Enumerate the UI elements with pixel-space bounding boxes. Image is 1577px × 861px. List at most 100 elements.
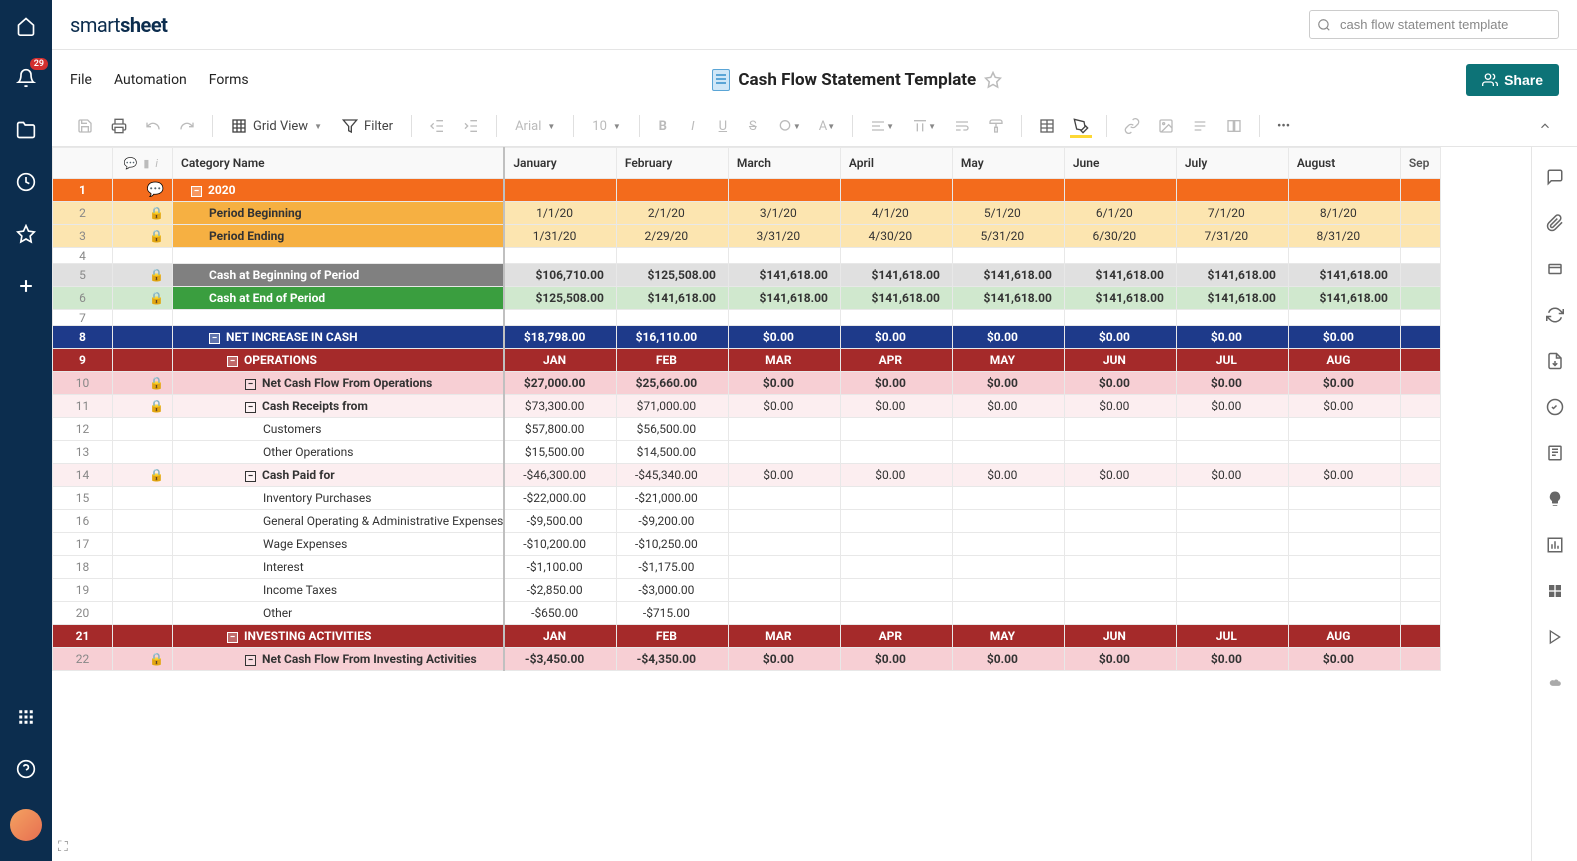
data-cell[interactable] (728, 441, 840, 464)
data-cell[interactable] (1400, 179, 1440, 202)
data-cell[interactable]: 3/31/20 (728, 225, 840, 248)
strikethrough-icon[interactable]: S (740, 112, 766, 140)
data-cell[interactable]: $0.00 (1064, 326, 1176, 349)
data-cell[interactable]: $0.00 (952, 372, 1064, 395)
data-cell[interactable] (1288, 579, 1400, 602)
collapse-icon[interactable]: − (245, 655, 256, 666)
data-cell[interactable] (952, 441, 1064, 464)
row-number[interactable]: 20 (53, 602, 113, 625)
data-cell[interactable] (504, 248, 616, 264)
data-cell[interactable]: $141,618.00 (728, 264, 840, 287)
data-cell[interactable]: FEB (616, 349, 728, 372)
grid-row[interactable]: 21−INVESTING ACTIVITIESJANFEBMARAPRMAYJU… (53, 625, 1441, 648)
data-cell[interactable]: $141,618.00 (952, 264, 1064, 287)
data-cell[interactable] (952, 487, 1064, 510)
more-icon[interactable]: ••• (1270, 112, 1297, 140)
category-cell[interactable]: −Net Cash Flow From Operations (173, 372, 505, 395)
highlighter-icon[interactable] (1066, 112, 1096, 140)
data-cell[interactable] (1064, 179, 1176, 202)
format-paint-icon[interactable] (981, 112, 1011, 140)
category-cell[interactable]: −Net Cash Flow From Investing Activities (173, 648, 505, 671)
data-cell[interactable]: $57,800.00 (504, 418, 616, 441)
save-icon[interactable] (70, 112, 100, 140)
row-number[interactable]: 14 (53, 464, 113, 487)
data-cell[interactable] (1400, 395, 1440, 418)
data-cell[interactable] (1400, 349, 1440, 372)
data-cell[interactable]: $0.00 (1288, 372, 1400, 395)
data-cell[interactable]: -$45,340.00 (616, 464, 728, 487)
bold-icon[interactable]: B (650, 112, 676, 140)
user-avatar[interactable] (10, 809, 42, 841)
data-cell[interactable] (1400, 264, 1440, 287)
data-cell[interactable] (1176, 579, 1288, 602)
collapse-toolbar-icon[interactable] (1531, 112, 1559, 140)
data-cell[interactable]: JUN (1064, 349, 1176, 372)
data-cell[interactable]: 5/1/20 (952, 202, 1064, 225)
category-cell[interactable]: −OPERATIONS (173, 349, 505, 372)
data-cell[interactable] (1064, 310, 1176, 326)
conversations-icon[interactable] (1545, 167, 1565, 187)
row-number[interactable]: 21 (53, 625, 113, 648)
conditional-format-icon[interactable] (1032, 112, 1062, 140)
data-cell[interactable] (1064, 487, 1176, 510)
data-cell[interactable]: $125,508.00 (504, 287, 616, 310)
grid-row[interactable]: 20Other-$650.00-$715.00 (53, 602, 1441, 625)
data-cell[interactable] (1064, 556, 1176, 579)
data-cell[interactable] (504, 179, 616, 202)
row-number[interactable]: 2 (53, 202, 113, 225)
category-cell[interactable]: Cash at Beginning of Period (173, 264, 505, 287)
row-number[interactable]: 5 (53, 264, 113, 287)
data-cell[interactable]: $73,300.00 (504, 395, 616, 418)
data-cell[interactable] (728, 418, 840, 441)
category-cell[interactable]: Customers (173, 418, 505, 441)
home-icon[interactable] (14, 14, 38, 38)
grid-row[interactable]: 19Income Taxes-$2,850.00-$3,000.00 (53, 579, 1441, 602)
workapps-icon[interactable] (1545, 627, 1565, 647)
data-cell[interactable] (840, 487, 952, 510)
data-cell[interactable]: $71,000.00 (616, 395, 728, 418)
row-number[interactable]: 3 (53, 225, 113, 248)
update-requests-icon[interactable] (1545, 305, 1565, 325)
align-left-icon[interactable]: ▼ (863, 112, 901, 140)
dashboard-icon[interactable] (1545, 581, 1565, 601)
category-cell[interactable]: Interest (173, 556, 505, 579)
data-cell[interactable] (1400, 464, 1440, 487)
data-cell[interactable]: $0.00 (1288, 648, 1400, 671)
category-header[interactable]: Category Name (173, 148, 505, 179)
data-cell[interactable]: MAR (728, 625, 840, 648)
data-cell[interactable]: $0.00 (840, 464, 952, 487)
data-cell[interactable]: $141,618.00 (728, 287, 840, 310)
grid-row[interactable]: 6🔒Cash at End of Period$125,508.00$141,6… (53, 287, 1441, 310)
data-cell[interactable] (952, 556, 1064, 579)
data-cell[interactable]: -$10,250.00 (616, 533, 728, 556)
data-cell[interactable]: $0.00 (952, 648, 1064, 671)
data-cell[interactable]: $14,500.00 (616, 441, 728, 464)
proofs-icon[interactable] (1545, 259, 1565, 279)
data-cell[interactable] (952, 510, 1064, 533)
data-cell[interactable] (1176, 441, 1288, 464)
category-cell[interactable]: −INVESTING ACTIVITIES (173, 625, 505, 648)
data-cell[interactable]: -$9,200.00 (616, 510, 728, 533)
data-cell[interactable] (1400, 487, 1440, 510)
fill-color-icon[interactable]: ▼ (770, 112, 808, 140)
category-cell[interactable]: Period Ending (173, 225, 505, 248)
folder-icon[interactable] (14, 118, 38, 142)
data-cell[interactable]: $0.00 (1176, 464, 1288, 487)
data-cell[interactable] (1288, 556, 1400, 579)
data-cell[interactable]: APR (840, 625, 952, 648)
collapse-icon[interactable]: − (191, 186, 202, 197)
data-cell[interactable]: $0.00 (1176, 326, 1288, 349)
row-number[interactable]: 22 (53, 648, 113, 671)
data-cell[interactable]: 7/1/20 (1176, 202, 1288, 225)
month-header[interactable]: May (952, 148, 1064, 179)
data-cell[interactable]: -$46,300.00 (504, 464, 616, 487)
filter-button[interactable]: Filter (334, 114, 401, 138)
grid-row[interactable]: 17Wage Expenses-$10,200.00-$10,250.00 (53, 533, 1441, 556)
grid-scroll-area[interactable]: 💬▮i Category Name January February March… (52, 147, 1531, 861)
expand-icon[interactable]: ⛶ (58, 839, 68, 855)
data-cell[interactable] (1288, 179, 1400, 202)
data-cell[interactable] (616, 310, 728, 326)
data-cell[interactable]: $0.00 (728, 326, 840, 349)
data-cell[interactable]: -$650.00 (504, 602, 616, 625)
data-cell[interactable]: -$715.00 (616, 602, 728, 625)
